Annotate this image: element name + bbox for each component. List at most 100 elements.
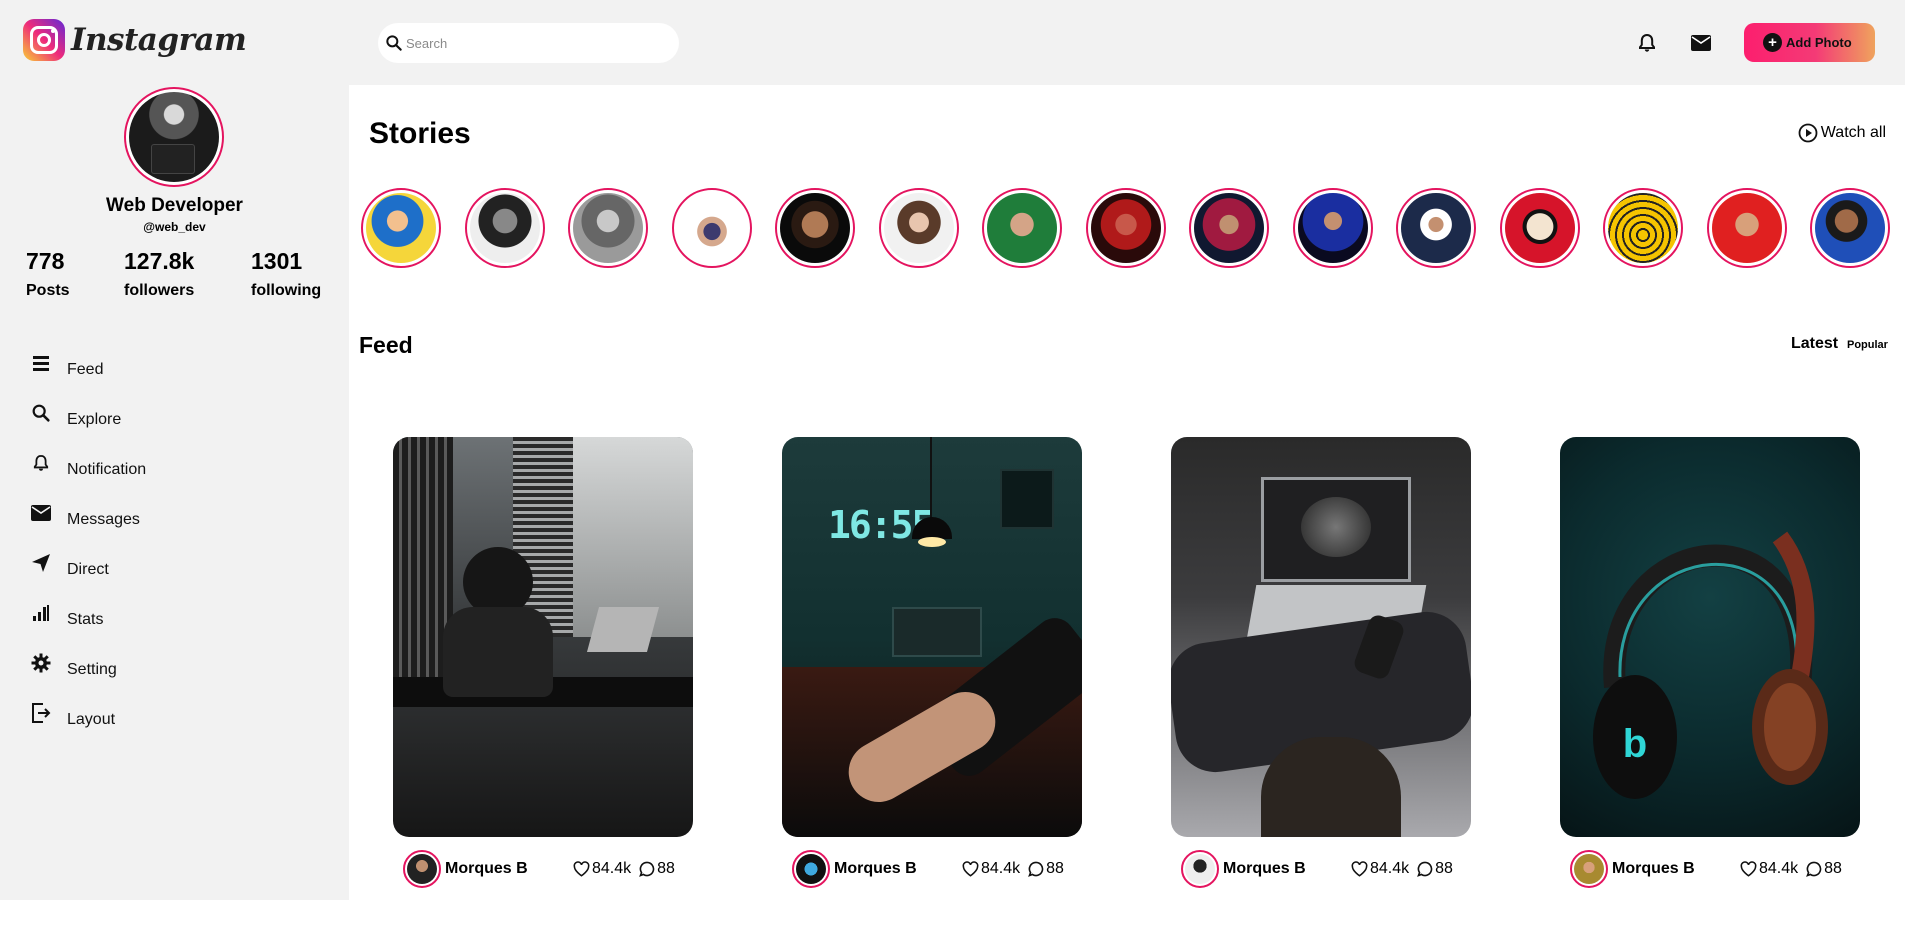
story-item[interactable] <box>465 188 545 268</box>
story-item[interactable] <box>568 188 648 268</box>
app-root: Instagram + Add Photo Web Developer @web… <box>0 0 1905 948</box>
search-bar[interactable] <box>378 23 679 63</box>
story-avatar <box>677 193 747 263</box>
post-meta: Morques B 84.4k 88 <box>1181 849 1471 889</box>
stat-label: followers <box>124 282 195 299</box>
sidebar-item-notification[interactable]: Notification <box>30 451 290 483</box>
story-item[interactable] <box>1500 188 1580 268</box>
post-comments[interactable]: 88 <box>1806 860 1842 878</box>
post-author-avatar[interactable] <box>1181 850 1219 888</box>
stories-title: Stories <box>369 117 471 150</box>
watch-all-label: Watch all <box>1820 124 1886 141</box>
post-likes-count: 84.4k <box>1370 860 1410 877</box>
story-item[interactable] <box>1810 188 1890 268</box>
feed-post[interactable]: 16:55 Morques B 84.4k 88 <box>782 437 1082 888</box>
notification-bell-icon[interactable] <box>1634 30 1660 56</box>
sidebar-item-explore[interactable]: Explore <box>30 401 290 433</box>
story-avatar <box>1712 193 1782 263</box>
story-item[interactable] <box>775 188 855 268</box>
brand-logo[interactable]: Instagram <box>23 19 247 61</box>
menu-icon <box>30 352 52 374</box>
bell-icon <box>30 452 52 474</box>
sidebar-item-label: Stats <box>67 611 104 628</box>
sidebar-item-stats[interactable]: Stats <box>30 601 290 633</box>
send-icon <box>30 552 52 574</box>
messages-envelope-icon[interactable] <box>1688 30 1714 56</box>
post-comments[interactable]: 88 <box>1417 860 1453 878</box>
post-author-avatar[interactable] <box>792 850 830 888</box>
feed-post[interactable]: Morques B 84.4k 88 <box>393 437 693 888</box>
post-likes[interactable]: 84.4k <box>962 860 1020 878</box>
post-likes[interactable]: 84.4k <box>1351 860 1409 878</box>
svg-text:b: b <box>1623 722 1647 766</box>
story-item[interactable] <box>1603 188 1683 268</box>
story-item[interactable] <box>982 188 1062 268</box>
exit-icon <box>30 702 52 724</box>
story-avatar <box>1298 193 1368 263</box>
story-item[interactable] <box>672 188 752 268</box>
profile-avatar[interactable] <box>124 87 224 187</box>
story-avatar <box>1401 193 1471 263</box>
heart-icon <box>1351 861 1368 877</box>
post-image[interactable]: b <box>1560 437 1860 837</box>
story-item[interactable] <box>1086 188 1166 268</box>
story-item[interactable] <box>361 188 441 268</box>
story-avatar <box>884 193 954 263</box>
sidebar-item-label: Explore <box>67 411 122 428</box>
post-image[interactable] <box>1171 437 1471 837</box>
post-author-avatar[interactable] <box>1570 850 1608 888</box>
story-avatar <box>1815 193 1885 263</box>
sidebar: Web Developer @web_dev 778 Posts 127.8k … <box>0 85 349 900</box>
post-meta: Morques B 84.4k 88 <box>403 849 693 889</box>
post-meta: Morques B 84.4k 88 <box>1570 849 1860 889</box>
story-avatar <box>573 193 643 263</box>
post-likes-count: 84.4k <box>592 860 632 877</box>
post-comments[interactable]: 88 <box>639 860 675 878</box>
sidebar-item-messages[interactable]: Messages <box>30 501 290 533</box>
post-meta: Morques B 84.4k 88 <box>792 849 1082 889</box>
post-author[interactable]: Morques B <box>834 860 962 878</box>
tab-popular[interactable]: Popular <box>1847 339 1888 351</box>
sidebar-item-layout[interactable]: Layout <box>30 701 290 733</box>
sidebar-item-label: Messages <box>67 511 140 528</box>
story-avatar <box>987 193 1057 263</box>
story-avatar <box>1091 193 1161 263</box>
story-avatar <box>1194 193 1264 263</box>
tab-latest[interactable]: Latest <box>1791 335 1838 353</box>
story-avatar <box>366 193 436 263</box>
stat-posts[interactable]: 778 Posts <box>26 248 70 300</box>
add-photo-label: Add Photo <box>1786 35 1852 50</box>
post-image[interactable]: 16:55 <box>782 437 1082 837</box>
page-bottom <box>0 900 1905 948</box>
comment-icon <box>1806 861 1822 877</box>
sidebar-item-direct[interactable]: Direct <box>30 551 290 583</box>
story-avatar <box>470 193 540 263</box>
story-item[interactable] <box>879 188 959 268</box>
post-likes-count: 84.4k <box>1759 860 1799 877</box>
post-author[interactable]: Morques B <box>1612 860 1740 878</box>
stat-followers[interactable]: 127.8k followers <box>124 248 194 300</box>
story-item[interactable] <box>1396 188 1476 268</box>
watch-all-link[interactable]: Watch all <box>1798 123 1886 143</box>
post-author-avatar[interactable] <box>403 850 441 888</box>
post-image[interactable] <box>393 437 693 837</box>
stat-following[interactable]: 1301 following <box>251 248 321 300</box>
feed-post[interactable]: Morques B 84.4k 88 <box>1171 437 1471 888</box>
post-likes[interactable]: 84.4k <box>1740 860 1798 878</box>
post-author[interactable]: Morques B <box>1223 860 1351 878</box>
story-item[interactable] <box>1189 188 1269 268</box>
add-photo-button[interactable]: + Add Photo <box>1744 23 1875 62</box>
play-circle-icon <box>1798 123 1818 143</box>
story-item[interactable] <box>1707 188 1787 268</box>
story-item[interactable] <box>1293 188 1373 268</box>
sidebar-item-setting[interactable]: Setting <box>30 651 290 683</box>
post-comments[interactable]: 88 <box>1028 860 1064 878</box>
feed-post[interactable]: b Morques B 84.4k 88 <box>1560 437 1860 888</box>
heart-icon <box>962 861 979 877</box>
post-comments-count: 88 <box>1435 860 1453 877</box>
post-author[interactable]: Morques B <box>445 860 573 878</box>
sidebar-item-feed[interactable]: Feed <box>30 351 290 383</box>
profile-avatar-image <box>129 92 219 182</box>
post-likes[interactable]: 84.4k <box>573 860 631 878</box>
search-input[interactable] <box>406 35 666 51</box>
